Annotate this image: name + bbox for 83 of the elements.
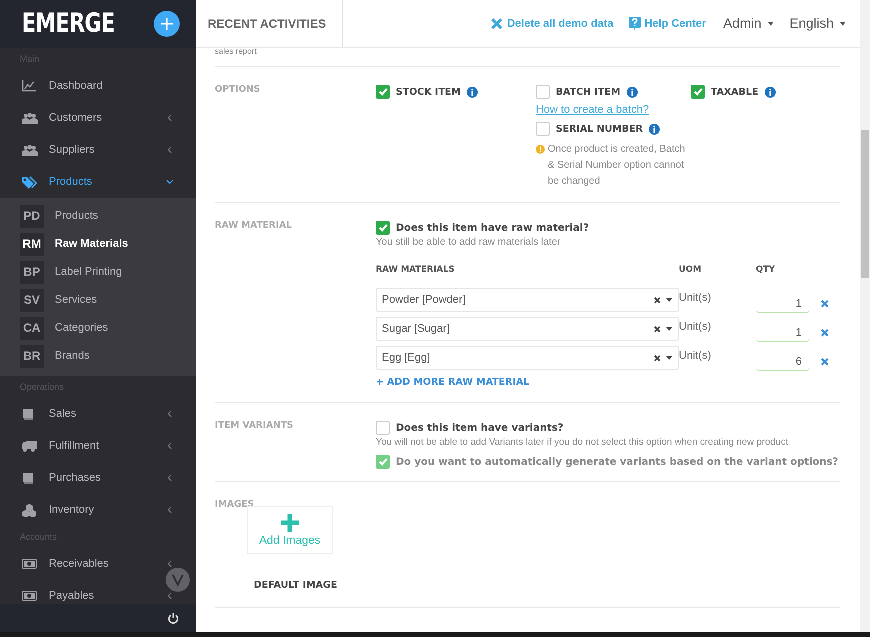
option-label: BATCH ITEM bbox=[556, 86, 621, 98]
submenu-item[interactable]: BR Brands bbox=[0, 342, 196, 370]
material-select[interactable]: Egg [Egg] bbox=[376, 346, 679, 370]
submenu-item[interactable]: SV Services bbox=[0, 286, 196, 314]
page-title: RECENT ACTIVITIES bbox=[196, 0, 344, 47]
add-button[interactable] bbox=[154, 11, 180, 37]
material-select[interactable]: Sugar [Sugar] bbox=[376, 317, 679, 341]
body-text: sales report bbox=[215, 48, 258, 57]
checkbox[interactable] bbox=[376, 221, 390, 235]
book-icon bbox=[22, 408, 34, 420]
uom-text: Unit(s) bbox=[679, 349, 712, 362]
uom-text: Unit(s) bbox=[679, 320, 712, 333]
warning-icon bbox=[536, 145, 545, 154]
field-label: DEFAULT IMAGE bbox=[254, 580, 338, 591]
dropdown-menu[interactable]: English bbox=[790, 16, 846, 31]
dropdown-menu[interactable]: Admin bbox=[723, 16, 774, 31]
option-label: TAXABLE bbox=[711, 86, 759, 98]
app-logo: EMERGE bbox=[22, 9, 115, 39]
power-button[interactable] bbox=[168, 612, 179, 624]
nav-item[interactable]: Receivables bbox=[0, 548, 196, 580]
info-icon bbox=[764, 86, 776, 98]
column-header: QTY bbox=[756, 265, 776, 277]
nav-item[interactable]: Inventory bbox=[0, 494, 196, 526]
book-icon bbox=[22, 472, 34, 484]
nav-item[interactable]: Products bbox=[0, 166, 196, 198]
option-label: STOCK ITEM bbox=[396, 86, 461, 98]
close-icon bbox=[491, 18, 504, 30]
caret-icon bbox=[666, 327, 673, 331]
nav-item[interactable]: Dashboard bbox=[0, 70, 196, 102]
hint-text: You will not be able to add Variants later if you do not select this option when creating new product bbox=[376, 436, 790, 450]
help-icon bbox=[628, 16, 641, 30]
checkbox[interactable] bbox=[376, 85, 390, 99]
question-label: Do you want to automatically generate variants based on the variant options? bbox=[396, 456, 838, 468]
chart-icon bbox=[22, 80, 36, 92]
option-label: SERIAL NUMBER bbox=[556, 124, 644, 134]
info-icon bbox=[649, 124, 660, 134]
nav-item[interactable]: Purchases bbox=[0, 462, 196, 494]
section-label: OPTIONS bbox=[215, 85, 262, 97]
warning-note: Once product is created, Batch & Serial Number option cannot be changed bbox=[548, 143, 686, 189]
uom-text: Unit(s) bbox=[679, 291, 712, 304]
info-icon bbox=[626, 86, 638, 98]
caret-icon bbox=[666, 298, 673, 302]
section-label: RAW MATERIAL bbox=[215, 221, 294, 233]
question-label: Does this item have variants? bbox=[396, 422, 564, 434]
close-icon bbox=[821, 300, 829, 308]
tag-icon bbox=[22, 176, 38, 188]
scroll-down-icon bbox=[166, 568, 190, 592]
truck-icon bbox=[22, 440, 37, 452]
banknote-icon bbox=[22, 559, 37, 569]
users-icon bbox=[22, 144, 38, 156]
submenu-item[interactable]: BP Label Printing bbox=[0, 258, 196, 286]
nav-item[interactable]: Fulfillment bbox=[0, 430, 196, 462]
plus-icon bbox=[281, 514, 299, 532]
checkbox[interactable] bbox=[536, 85, 550, 99]
info-icon bbox=[467, 86, 478, 98]
submenu-item[interactable]: PD Products bbox=[0, 202, 196, 230]
power-icon bbox=[168, 612, 179, 624]
clear-icon bbox=[654, 354, 661, 362]
nav-item[interactable]: Customers bbox=[0, 102, 196, 134]
question-label: Does this item have raw material? bbox=[396, 222, 590, 234]
nav-item[interactable]: Sales bbox=[0, 398, 196, 430]
users-icon bbox=[22, 112, 38, 124]
boxes-icon bbox=[22, 504, 37, 516]
material-select[interactable]: Powder [Powder] bbox=[376, 288, 679, 312]
section-label: ITEM VARIANTS bbox=[215, 421, 294, 433]
clear-icon bbox=[654, 326, 661, 332]
nav-item[interactable]: Payables bbox=[0, 580, 196, 604]
close-icon bbox=[821, 329, 829, 337]
submenu-item[interactable]: RM Raw Materials bbox=[0, 230, 196, 258]
plus-icon bbox=[161, 18, 173, 30]
checkbox[interactable] bbox=[691, 85, 705, 99]
banknote-icon bbox=[22, 591, 37, 601]
submenu-item[interactable]: CA Categories bbox=[0, 314, 196, 342]
caret-icon bbox=[666, 356, 673, 360]
clear-icon bbox=[654, 296, 661, 304]
checkbox[interactable] bbox=[536, 122, 550, 136]
column-header: UOM bbox=[679, 265, 703, 277]
scrollbar[interactable] bbox=[860, 0, 870, 632]
column-header: RAW MATERIALS bbox=[376, 265, 456, 277]
checkbox[interactable] bbox=[376, 421, 390, 435]
hint-text: You still be able to add raw materials later bbox=[376, 236, 562, 250]
close-icon bbox=[821, 358, 829, 366]
nav-item[interactable]: Suppliers bbox=[0, 134, 196, 166]
